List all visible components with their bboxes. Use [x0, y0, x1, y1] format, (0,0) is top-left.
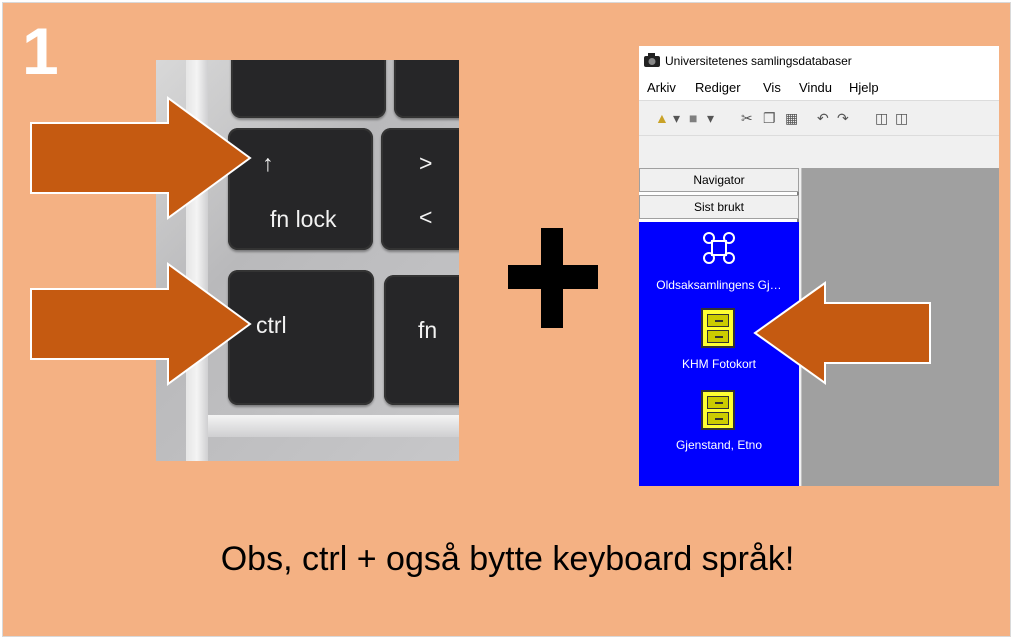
title-bar: Universitetenes samlingsdatabaser: [639, 46, 999, 74]
menu-vis[interactable]: Vis: [763, 80, 781, 95]
keyboard-edge-bottom: [208, 415, 459, 437]
network-icon[interactable]: [701, 230, 737, 266]
panel-icon[interactable]: ◫: [895, 110, 908, 127]
fn-label: fn: [418, 317, 438, 343]
key-top-right: [394, 60, 459, 118]
stop-icon[interactable]: ■: [689, 110, 697, 126]
key-fn: fn: [384, 275, 459, 405]
app-window: Universitetenes samlingsdatabaser Arkiv …: [639, 46, 999, 486]
menu-arkiv[interactable]: Arkiv: [647, 80, 676, 95]
redo-icon[interactable]: ↷: [837, 110, 849, 127]
key-top: [231, 60, 386, 118]
ctrl-label: ctrl: [256, 312, 287, 338]
cabinet-icon[interactable]: [701, 390, 735, 430]
camera-icon: [644, 53, 660, 67]
menu-rediger[interactable]: Rediger: [695, 80, 741, 95]
toolbar: ▲ ▾ ■ ▾ ✂ ❐ ▦ ↶ ↷ ◫ ◫: [639, 100, 999, 136]
menu-hjelp[interactable]: Hjelp: [849, 80, 879, 95]
copy-icon[interactable]: ❐: [763, 110, 776, 127]
arrow-left-icon: [753, 281, 931, 385]
tab-navigator[interactable]: Navigator: [639, 168, 799, 192]
cut-icon[interactable]: ✂: [741, 110, 753, 127]
open-folder-icon[interactable]: ▲: [655, 110, 669, 126]
step-number: 1: [22, 14, 59, 88]
shortcut-gjenstand-etno[interactable]: Gjenstand, Etno: [639, 438, 799, 452]
lt-label: <: [419, 204, 433, 230]
up-arrow-glyph: ↑: [262, 150, 274, 176]
gt-label: >: [419, 150, 433, 176]
menu-bar: Arkiv Rediger Vis Vindu Hjelp: [639, 74, 999, 100]
paste-icon[interactable]: ▦: [785, 110, 798, 127]
slide: 1 ↑ fn lock > < ctrl fn Universitetenes …: [2, 2, 1011, 637]
cabinet-icon[interactable]: [701, 308, 735, 348]
windows-icon[interactable]: ◫: [875, 110, 888, 127]
fn-lock-label: fn lock: [270, 206, 337, 232]
undo-icon[interactable]: ↶: [817, 110, 829, 127]
window-title: Universitetenes samlingsdatabaser: [665, 54, 852, 68]
caption: Obs, ctrl + også bytte keyboard språk!: [220, 540, 795, 578]
arrow-right-icon: [30, 262, 252, 386]
dropdown-icon[interactable]: ▾: [673, 110, 680, 127]
key-angle-brackets: > <: [381, 128, 459, 250]
menu-vindu[interactable]: Vindu: [799, 80, 832, 95]
plus-icon: [508, 228, 598, 328]
arrow-right-icon: [30, 96, 252, 220]
dropdown-icon[interactable]: ▾: [707, 110, 714, 127]
tab-sist-brukt[interactable]: Sist brukt: [639, 195, 799, 219]
